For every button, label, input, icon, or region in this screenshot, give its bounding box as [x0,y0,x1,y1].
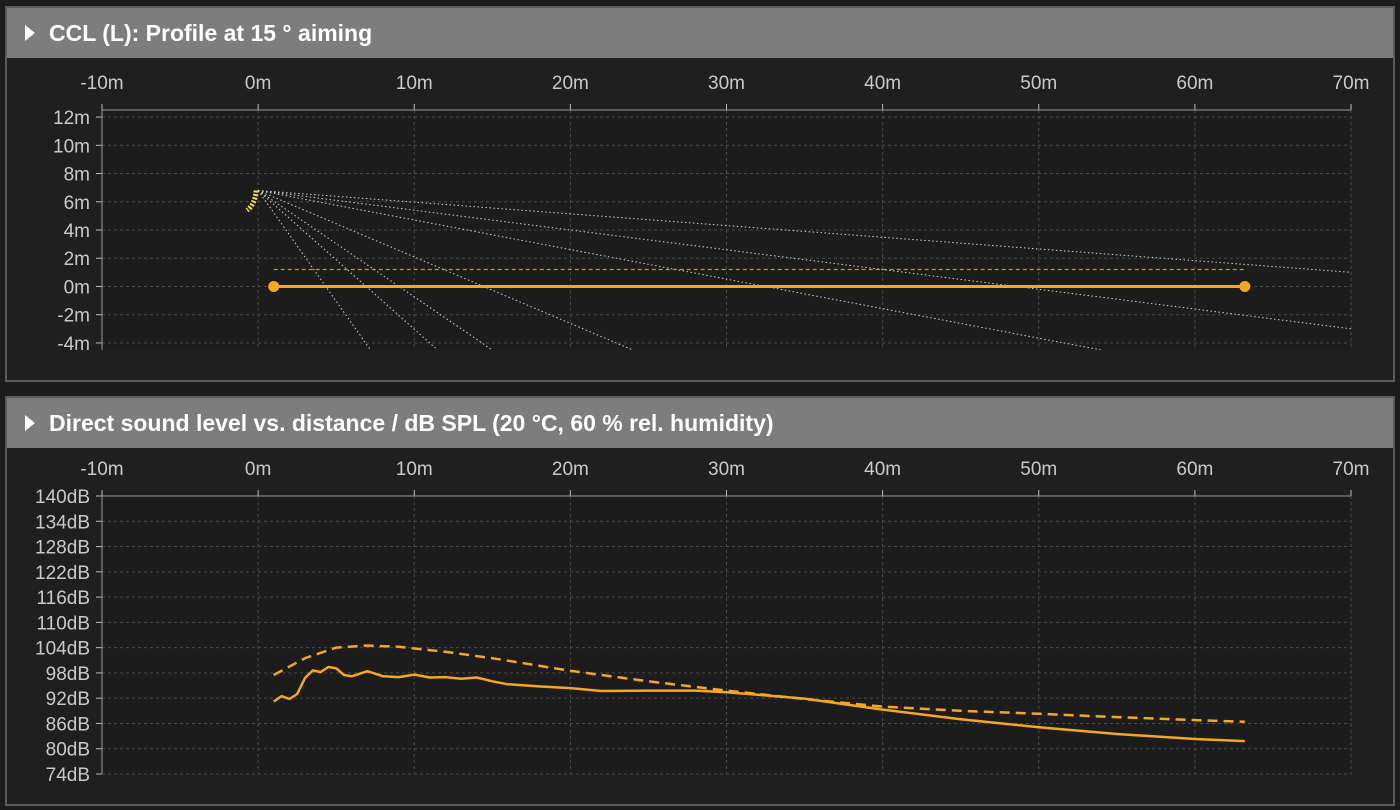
x-tick-label: 70m [1333,459,1370,480]
y-tick-label: 12m [53,108,90,129]
profile-panel-title: CCL (L): Profile at 15 ° aiming [49,19,373,46]
spl-panel-title: Direct sound level vs. distance / dB SPL… [49,409,774,436]
profile-panel-header[interactable]: CCL (L): Profile at 15 ° aiming [7,8,1393,58]
x-tick-label: 0m [245,73,271,94]
y-tick-label: 92dB [46,689,90,710]
listener-end-point [1239,280,1251,292]
y-tick-label: 116dB [36,588,90,609]
y-tick-label: 140dB [35,487,90,508]
profile-chart: -10m 0m 10m 20m 30m 40m 50m 60m 70m 12m 10m 8m 6m 4m 2… [53,73,1370,355]
x-tick-label: 40m [864,459,901,480]
y-tick-label: 104dB [35,639,90,660]
profile-panel: CCL (L): Profile at 15 ° aiming -10m 0m 10… [5,6,1395,382]
x-tick-label: 60m [1176,459,1213,480]
y-tick-label: 0m [64,277,90,298]
x-tick-label: 10m [396,459,433,480]
x-tick-label: 20m [552,73,589,94]
y-tick-label: 10m [53,136,90,157]
y-tick-label: -4m [57,334,90,355]
y-tick-label: 74dB [46,765,90,786]
y-tick-label: 6m [64,193,90,214]
x-tick-label: 40m [864,73,901,94]
y-tick-label: 86dB [46,714,90,735]
spl-panel-header[interactable]: Direct sound level vs. distance / dB SPL… [7,398,1393,448]
x-tick-label: -10m [80,459,123,480]
x-tick-label: 30m [708,459,745,480]
x-tick-label: 70m [1333,73,1370,94]
y-tick-label: 110dB [36,613,90,634]
y-tick-label: 122dB [35,563,90,584]
expand-caret-icon[interactable] [25,415,35,431]
y-tick-label: 134dB [35,512,90,533]
y-tick-label: 128dB [35,538,90,559]
x-tick-label: 60m [1176,73,1213,94]
y-tick-label: 98dB [46,664,90,685]
y-tick-label: -2m [57,306,90,327]
listener-start-point [268,280,280,292]
y-tick-label: 4m [64,221,90,242]
x-tick-label: 30m [708,73,745,94]
y-tick-label: 80dB [46,740,90,761]
spl-chart: -10m 0m 10m 20m 30m 40m 50m 60m 70m 140dB 134dB 128… [35,459,1370,786]
x-tick-label: 50m [1020,459,1057,480]
spl-panel: Direct sound level vs. distance / dB SPL… [5,396,1395,806]
x-tick-label: -10m [80,73,123,94]
x-tick-label: 10m [396,73,433,94]
y-tick-label: 2m [64,249,90,270]
expand-caret-icon[interactable] [25,25,35,41]
x-tick-label: 0m [245,459,271,480]
x-tick-label: 50m [1020,73,1057,94]
y-tick-label: 8m [64,165,90,186]
x-tick-label: 20m [552,459,589,480]
